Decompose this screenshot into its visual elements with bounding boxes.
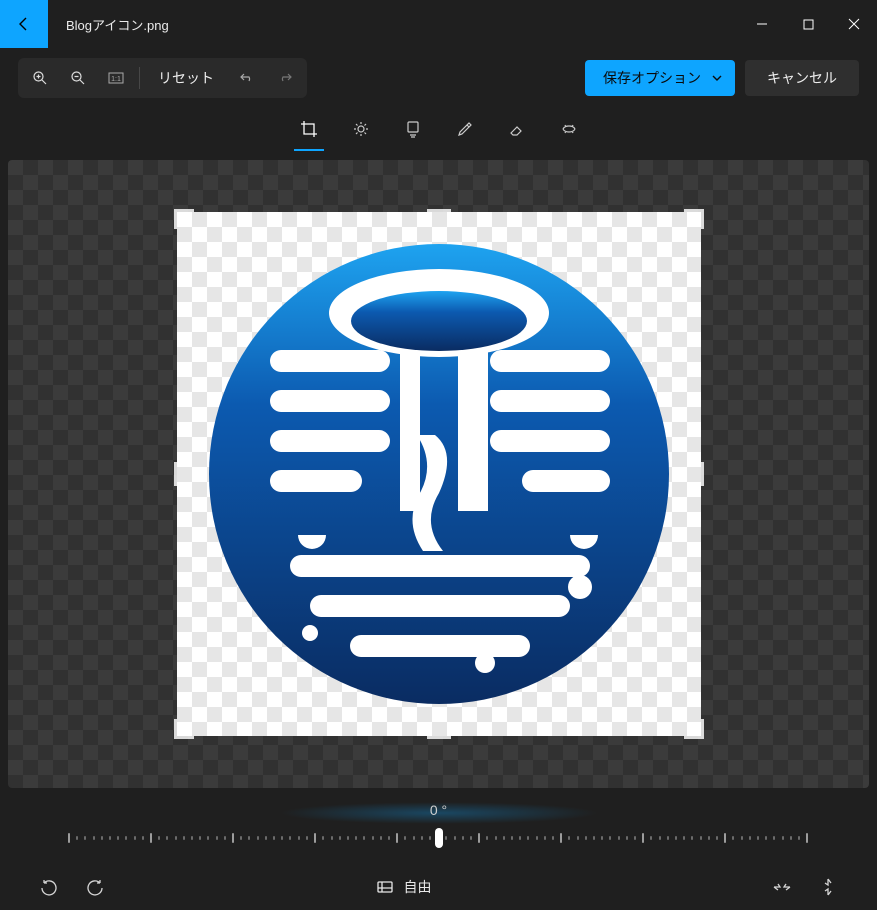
canvas[interactable] <box>8 160 869 788</box>
rotation-controls: 0 ° <box>0 796 877 870</box>
back-button[interactable] <box>0 0 48 48</box>
tab-filter[interactable] <box>398 109 428 151</box>
rotation-slider[interactable] <box>68 826 809 850</box>
flip-vertical-button[interactable] <box>815 874 841 900</box>
window-title: Blogアイコン.png <box>66 15 169 34</box>
aspect-ratio-label: 自由 <box>404 877 432 897</box>
tab-crop[interactable] <box>294 109 324 151</box>
undo-button[interactable] <box>228 61 266 95</box>
zoom-in-button[interactable] <box>21 61 59 95</box>
rotate-ccw-button[interactable] <box>36 874 62 900</box>
reset-button[interactable]: リセット <box>144 61 228 95</box>
aspect-ratio-button[interactable]: 自由 <box>376 877 432 897</box>
close-button[interactable] <box>831 0 877 48</box>
rotation-degrees: 0 ° <box>12 802 865 818</box>
redo-button[interactable] <box>266 61 304 95</box>
flip-horizontal-button[interactable] <box>769 874 795 900</box>
chevron-down-icon <box>711 72 723 84</box>
zoom-fit-button[interactable]: 1:1 <box>97 61 135 95</box>
crop-handle-top[interactable] <box>427 209 451 212</box>
titlebar: Blogアイコン.png <box>0 0 877 48</box>
crop-handle-top-left[interactable] <box>174 209 194 229</box>
tab-retouch[interactable] <box>554 109 584 151</box>
zoom-out-button[interactable] <box>59 61 97 95</box>
crop-handle-bottom-right[interactable] <box>684 719 704 739</box>
tab-markup[interactable] <box>450 109 480 151</box>
crop-handle-bottom-left[interactable] <box>174 719 194 739</box>
aspect-ratio-icon <box>376 878 394 896</box>
cancel-button[interactable]: キャンセル <box>745 60 859 96</box>
image-content <box>200 235 678 713</box>
save-options-label: 保存オプション <box>603 68 701 88</box>
tab-adjust[interactable] <box>346 109 376 151</box>
crop-handle-left[interactable] <box>174 462 177 486</box>
toolbar: 1:1 リセット 保存オプション キャンセル <box>0 48 877 108</box>
crop-handle-top-right[interactable] <box>684 209 704 229</box>
edit-tabs <box>0 108 877 152</box>
crop-frame[interactable] <box>177 212 701 736</box>
save-options-button[interactable]: 保存オプション <box>585 60 735 96</box>
svg-text:1:1: 1:1 <box>111 76 121 83</box>
minimize-button[interactable] <box>739 0 785 48</box>
rotate-cw-button[interactable] <box>82 874 108 900</box>
crop-handle-right[interactable] <box>701 462 704 486</box>
tab-erase[interactable] <box>502 109 532 151</box>
crop-handle-bottom[interactable] <box>427 736 451 739</box>
maximize-button[interactable] <box>785 0 831 48</box>
rotation-slider-thumb[interactable] <box>435 828 443 848</box>
